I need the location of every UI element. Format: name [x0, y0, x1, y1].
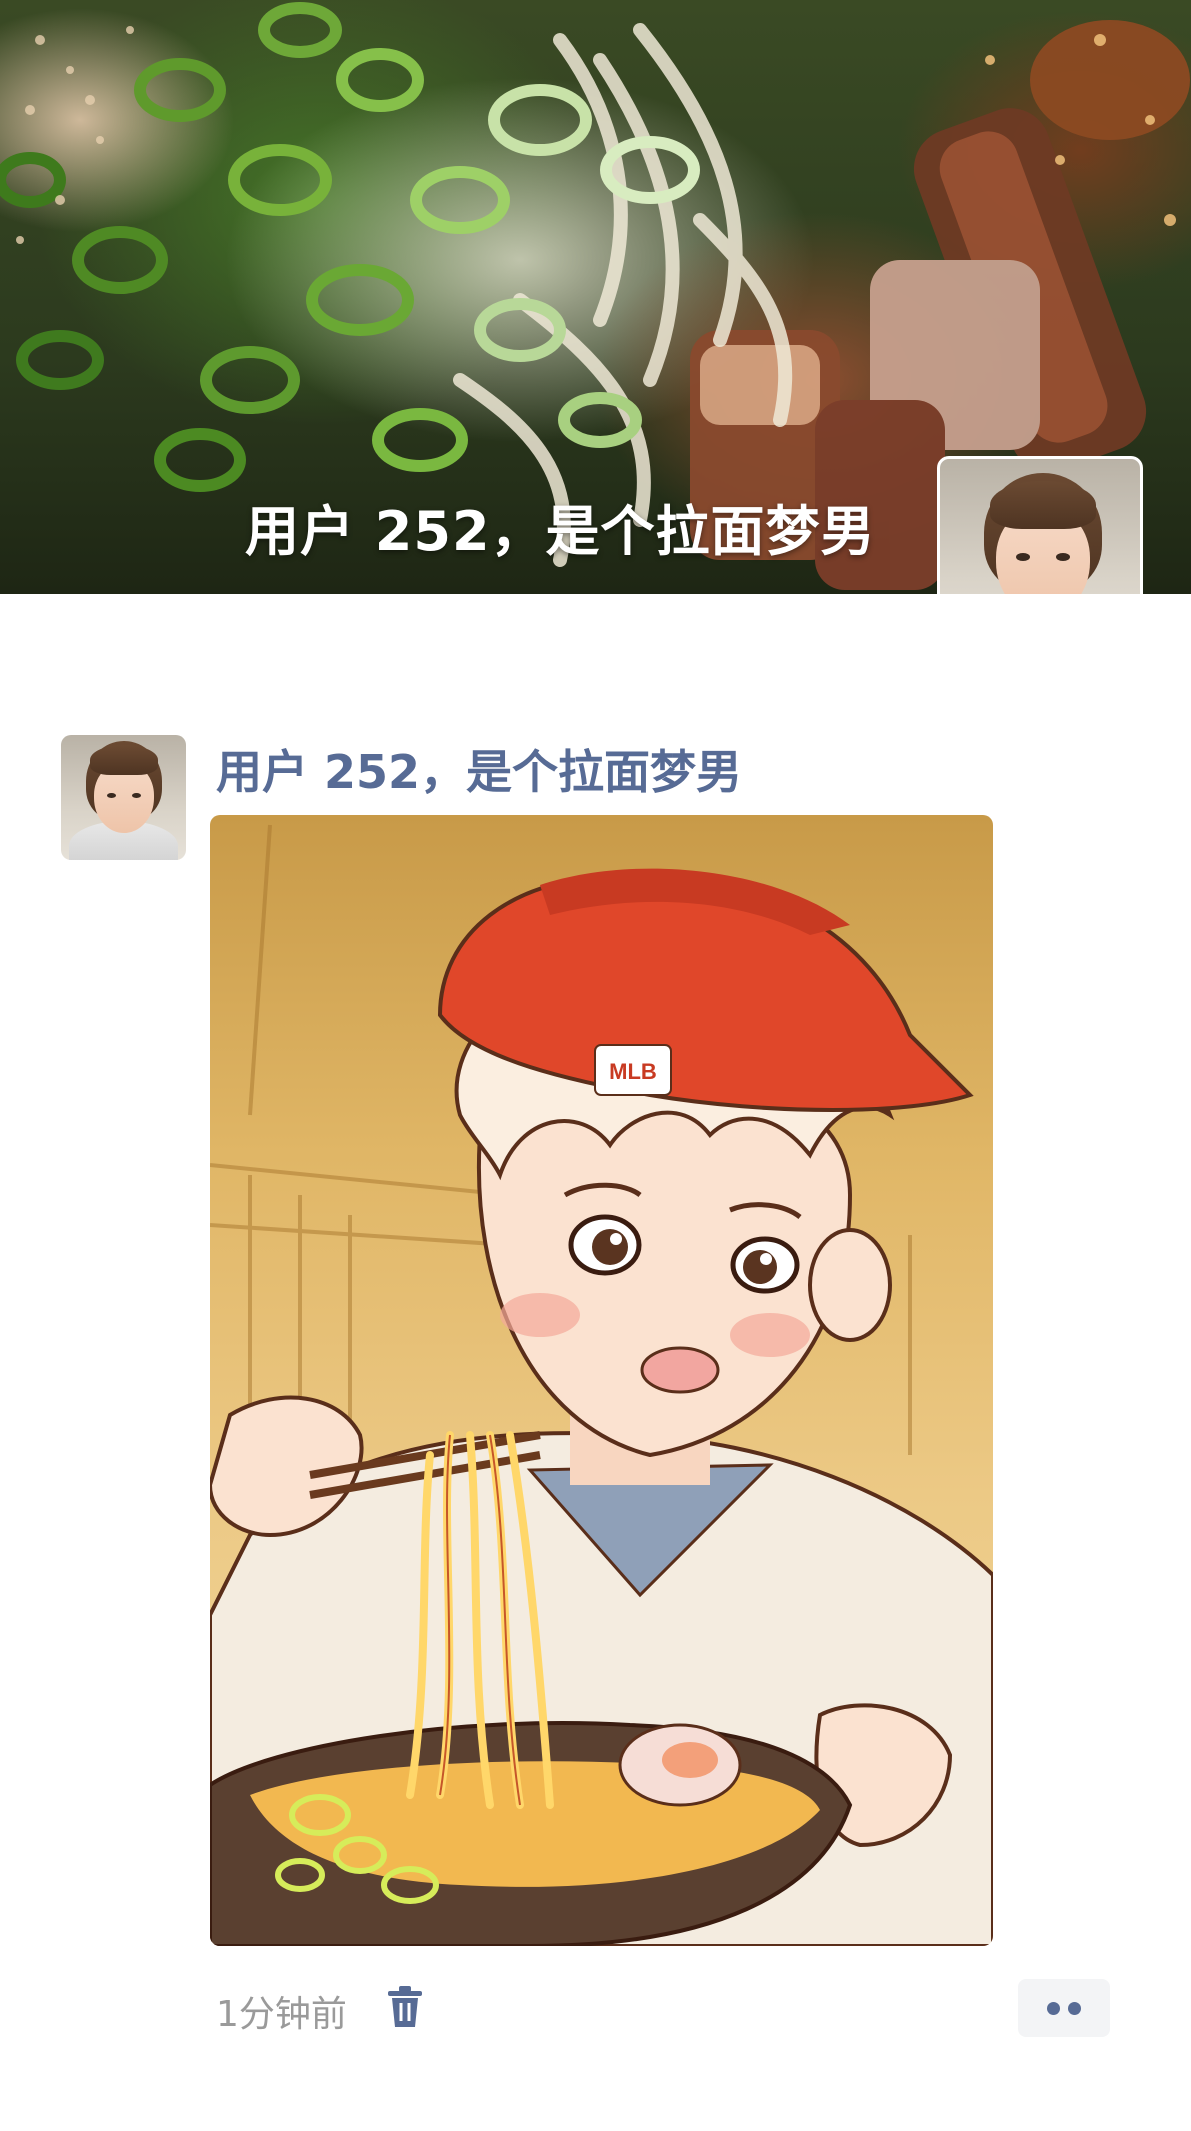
cover-banner[interactable]: 用户 252，是个拉面梦男	[0, 0, 1191, 594]
avatar-bangs	[90, 745, 158, 775]
cover-avatar[interactable]	[937, 456, 1143, 594]
post-author-avatar[interactable]	[61, 735, 186, 860]
more-dots-icon	[1047, 2002, 1060, 2015]
post-author-name[interactable]: 用户 252，是个拉面梦男	[216, 736, 742, 802]
post-timestamp: 1分钟前	[216, 1994, 347, 2035]
post-illustration: MLB	[210, 824, 993, 1946]
more-dots-icon	[1068, 2002, 1081, 2015]
cap-logo: MLB	[609, 1059, 657, 1084]
avatar-bangs	[990, 481, 1096, 529]
cover-title: 用户 252，是个拉面梦男	[245, 500, 876, 563]
avatar-eye-right	[1056, 553, 1070, 561]
more-button[interactable]	[1018, 1979, 1110, 2037]
trash-icon[interactable]	[385, 1985, 425, 2029]
avatar-eye-left	[1016, 553, 1030, 561]
avatar-eye-left	[107, 793, 116, 798]
avatar-eye-right	[132, 793, 141, 798]
moments-page: 用户 252，是个拉面梦男 用户 252，是个拉面梦男 MLB 1分钟前	[0, 0, 1191, 2131]
post-image[interactable]: MLB	[210, 815, 993, 1946]
